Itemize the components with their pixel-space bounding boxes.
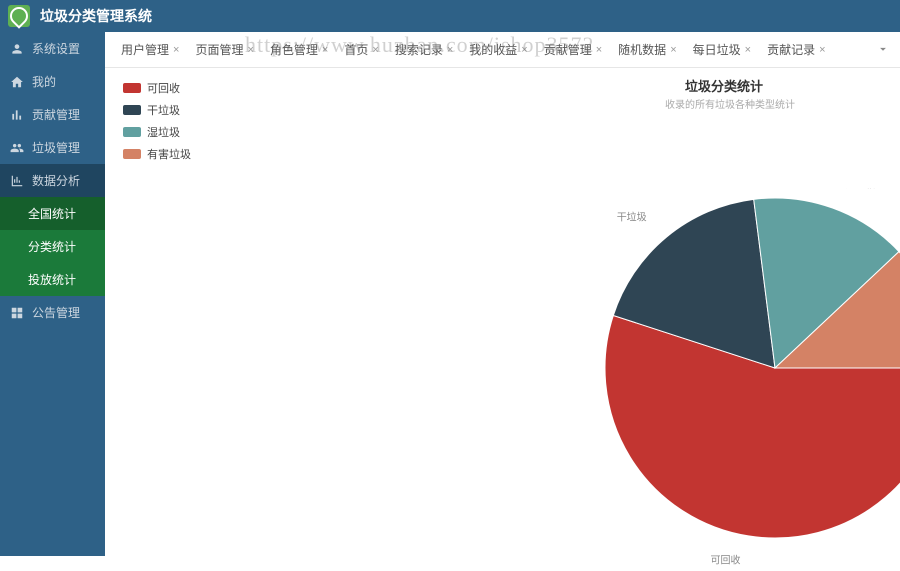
chart-subtitle: 收录的所有垃圾各种类型统计 [665, 96, 795, 111]
slice-label: 湿垃圾 [845, 188, 875, 191]
subnav-item-0[interactable]: 全国统计 [0, 197, 105, 230]
close-icon[interactable]: × [322, 44, 328, 56]
close-icon[interactable]: × [745, 44, 751, 56]
legend-swatch [123, 105, 141, 115]
tab-label: 贡献记录 [767, 41, 815, 58]
legend-swatch [123, 83, 141, 93]
tab-label: 首页 [344, 41, 368, 58]
close-icon[interactable]: × [596, 44, 602, 56]
legend-swatch [123, 149, 141, 159]
chart-title: 垃圾分类统计 [685, 76, 763, 95]
close-icon[interactable]: × [819, 44, 825, 56]
legend-label: 干垃圾 [147, 102, 180, 118]
legend-swatch [123, 127, 141, 137]
legend-item-0[interactable]: 可回收 [123, 80, 191, 96]
nav-item-2[interactable]: 贡献管理 [0, 98, 105, 131]
tab-4[interactable]: 搜索记录 × [387, 32, 461, 68]
nav-item-5[interactable]: 公告管理 [0, 296, 105, 329]
close-icon[interactable]: × [173, 44, 179, 56]
nav-item-1[interactable]: 我的 [0, 65, 105, 98]
legend-item-2[interactable]: 湿垃圾 [123, 124, 191, 140]
tab-3[interactable]: 首页 × [336, 32, 386, 68]
app-title: 垃圾分类管理系统 [40, 6, 152, 26]
nav-item-0[interactable]: 系统设置 [0, 32, 105, 65]
tab-label: 搜索记录 [395, 41, 443, 58]
tab-label: 随机数据 [618, 41, 666, 58]
close-icon[interactable]: × [521, 44, 527, 56]
legend-label: 有害垃圾 [147, 146, 191, 162]
chart-legend: 可回收干垃圾湿垃圾有害垃圾 [123, 80, 191, 168]
nav-label: 数据分析 [32, 172, 80, 189]
legend-label: 可回收 [147, 80, 180, 96]
slice-label: 干垃圾 [617, 211, 647, 224]
tab-label: 角色管理 [270, 41, 318, 58]
tab-label: 每日垃圾 [693, 41, 741, 58]
nav-item-4[interactable]: 数据分析 [0, 164, 105, 197]
nav-label: 贡献管理 [32, 106, 80, 123]
tab-6[interactable]: 贡献管理 × [536, 32, 610, 68]
nav-label: 系统设置 [32, 40, 80, 57]
legend-item-3[interactable]: 有害垃圾 [123, 146, 191, 162]
tab-2[interactable]: 角色管理 × [262, 32, 336, 68]
tab-label: 贡献管理 [544, 41, 592, 58]
tab-9[interactable]: 贡献记录 × [759, 32, 833, 68]
pie-chart: 可回收干垃圾湿垃圾有害垃圾 [565, 188, 900, 571]
close-icon[interactable]: × [372, 44, 378, 56]
tab-8[interactable]: 每日垃圾 × [685, 32, 759, 68]
tab-7[interactable]: 随机数据 × [610, 32, 684, 68]
nav-label: 公告管理 [32, 304, 80, 321]
nav-item-3[interactable]: 垃圾管理 [0, 131, 105, 164]
tab-label: 页面管理 [195, 41, 243, 58]
app-logo [8, 5, 30, 27]
tab-label: 用户管理 [121, 41, 169, 58]
tab-5[interactable]: 我的收益 × [461, 32, 535, 68]
subnav-item-1[interactable]: 分类统计 [0, 230, 105, 263]
chevron-down-icon [876, 42, 890, 56]
tabs-dropdown-toggle[interactable] [876, 42, 890, 59]
legend-label: 湿垃圾 [147, 124, 180, 140]
tab-bar: https://www.huzhan.com/ishop3572 用户管理×页面… [105, 32, 900, 68]
app-header: 垃圾分类管理系统 [0, 0, 900, 32]
tab-1[interactable]: 页面管理 × [187, 32, 261, 68]
sidebar: 系统设置我的贡献管理垃圾管理数据分析全国统计分类统计投放统计公告管理 [0, 32, 105, 556]
close-icon[interactable]: × [447, 44, 453, 56]
close-icon[interactable]: × [247, 44, 253, 56]
main-panel: https://www.huzhan.com/ishop3572 用户管理×页面… [105, 32, 900, 556]
tab-0[interactable]: 用户管理 × [113, 32, 187, 68]
close-icon[interactable]: × [670, 44, 676, 56]
content-area: 可回收干垃圾湿垃圾有害垃圾 垃圾分类统计 收录的所有垃圾各种类型统计 可回收干垃… [105, 68, 900, 556]
legend-item-1[interactable]: 干垃圾 [123, 102, 191, 118]
tab-label: 我的收益 [469, 41, 517, 58]
nav-label: 我的 [32, 73, 56, 90]
subnav-item-2[interactable]: 投放统计 [0, 263, 105, 296]
nav-label: 垃圾管理 [32, 139, 80, 156]
